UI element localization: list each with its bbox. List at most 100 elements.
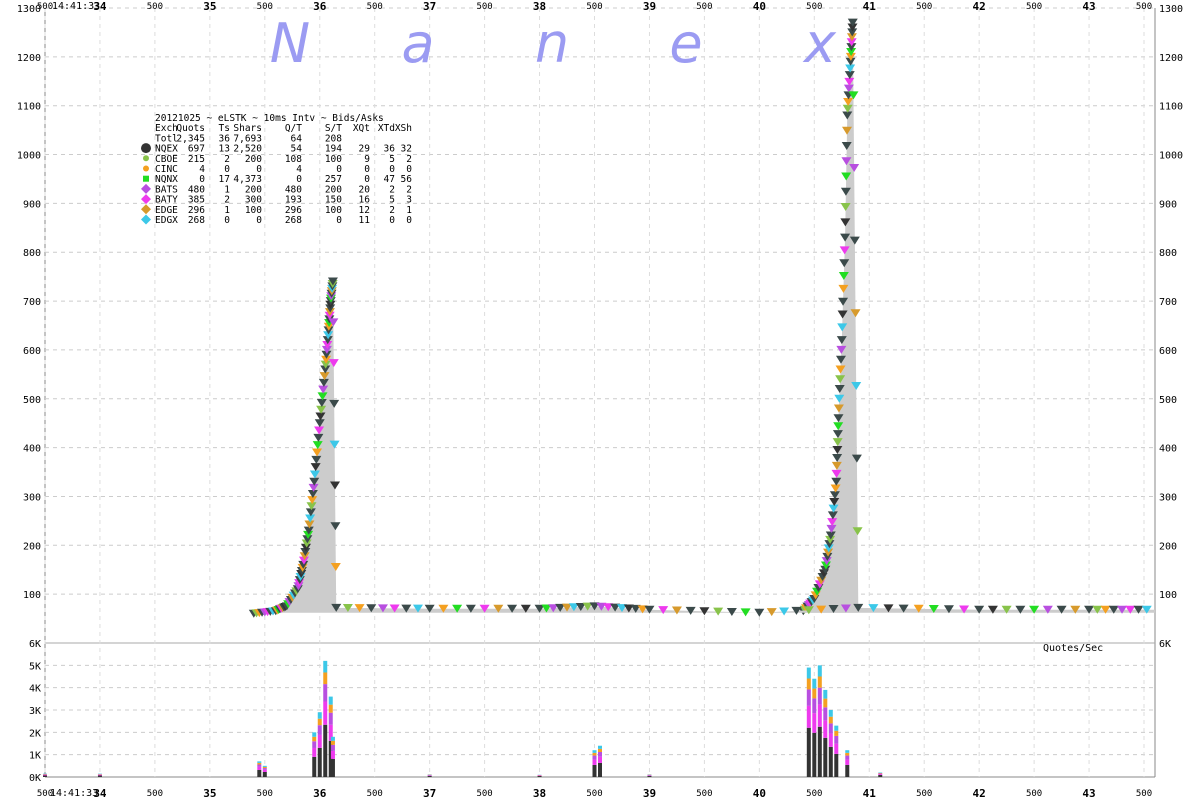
quote-bar-segment xyxy=(323,684,328,702)
x-major-tick-bottom: 43 xyxy=(1082,787,1095,800)
price-tick-left: 100 xyxy=(23,590,41,601)
quote-bar-segment xyxy=(592,759,597,765)
quote-bar-segment xyxy=(823,707,828,721)
price-tick-left: 200 xyxy=(23,541,41,552)
legend-marker-cinc xyxy=(143,165,149,172)
quote-bar-segment xyxy=(823,720,828,738)
quote-bar-segment xyxy=(323,672,328,685)
legend-marker-baty xyxy=(141,194,151,205)
quote-bar-segment xyxy=(823,689,828,699)
quote-bar-segment xyxy=(598,748,602,752)
legend-cell: 11 xyxy=(359,215,371,226)
price-tick-left: 400 xyxy=(23,444,41,455)
quote-bar-segment xyxy=(817,726,822,777)
price-tick-left: 700 xyxy=(23,297,41,308)
quote-bar-segment xyxy=(845,764,850,777)
price-tick-left: 1000 xyxy=(17,151,41,162)
quote-bar-segment xyxy=(537,775,542,777)
quote-tick-left: 5K xyxy=(29,661,41,672)
x-minor-tick-top: 500 xyxy=(696,2,712,12)
quote-bar-segment xyxy=(598,745,602,749)
quote-bar-segment xyxy=(647,775,652,777)
price-tick-left: 500 xyxy=(23,395,41,406)
price-layer xyxy=(248,18,1155,618)
quote-bar-segment xyxy=(43,775,47,777)
price-tick-right: 1000 xyxy=(1159,151,1183,162)
quote-bar-segment xyxy=(262,766,267,769)
quotes-per-sec-label: Quotes/Sec xyxy=(1043,643,1103,654)
x-minor-tick-top: 500 xyxy=(1026,2,1042,12)
x-major-tick-top: 40 xyxy=(753,0,766,13)
quote-bar-segment xyxy=(312,756,317,777)
watermark-letter: e xyxy=(669,12,702,75)
quote-bar-segment xyxy=(427,775,432,776)
x-minor-tick-top: 500 xyxy=(806,2,822,12)
quote-bar-segment xyxy=(823,698,828,708)
quote-bar-segment xyxy=(828,746,833,777)
quote-bar-segment xyxy=(845,755,850,760)
time-label-top: 14:41:33 xyxy=(52,1,100,12)
quote-bar-segment xyxy=(806,727,811,777)
x-minor-tick-top: 500 xyxy=(1136,2,1152,12)
x-major-tick-top: 41 xyxy=(863,0,877,13)
quote-bar-segment xyxy=(262,771,267,777)
x-major-tick-bottom: 40 xyxy=(753,787,766,800)
quote-bar-segment xyxy=(97,774,102,775)
legend-cell: 0 xyxy=(256,215,262,226)
x-minor-tick-top: 500 xyxy=(586,2,602,12)
legend-marker-bats xyxy=(141,183,151,194)
legend-marker-edge xyxy=(141,204,151,215)
quote-bar-segment xyxy=(262,765,267,767)
quote-bar-segment xyxy=(330,758,335,777)
quote-bar-segment xyxy=(330,744,335,751)
x-major-tick-top: 37 xyxy=(423,0,436,13)
quote-tick-right: 6K xyxy=(1159,639,1171,650)
quote-bar-segment xyxy=(592,750,597,753)
quote-bar-segment xyxy=(323,701,328,725)
quote-bar-segment xyxy=(257,762,262,765)
legend-header-cell: XQt xyxy=(353,123,370,134)
quote-bar-segment xyxy=(828,723,833,734)
quote-tick-left: 0K xyxy=(29,773,41,784)
quote-bar-segment xyxy=(812,688,817,699)
x-minor-tick-top: 500 xyxy=(147,2,163,12)
legend-cell: 268 xyxy=(188,215,205,226)
quote-bar-segment xyxy=(312,736,317,742)
quote-bar-segment xyxy=(828,716,833,724)
quote-bar-segment xyxy=(828,710,833,717)
nanex-chart: Nanex 100 100200 200300 300400 400500 500600 6… xyxy=(17,0,1183,800)
x-major-tick-top: 36 xyxy=(313,0,327,13)
legend-cell: 0 xyxy=(406,215,412,226)
legend-marker-cboe xyxy=(143,155,149,162)
x-minor-tick-top: 500 xyxy=(916,2,932,12)
quote-bar-segment xyxy=(878,774,883,775)
quote-bar-segment xyxy=(330,736,335,741)
quote-bar-segment xyxy=(330,750,335,759)
price-tick-right: 600 xyxy=(1159,346,1177,357)
price-tick-right: 500 xyxy=(1159,395,1177,406)
x-minor-tick-bottom: 500 xyxy=(916,789,932,799)
x-major-tick-top: 35 xyxy=(203,0,216,13)
quote-bar-segment xyxy=(812,713,817,733)
x-minor-tick-bottom: 500 xyxy=(367,789,383,799)
price-tick-right: 300 xyxy=(1159,492,1177,503)
quote-bar-segment xyxy=(317,747,322,777)
quote-bar-segment xyxy=(317,734,322,748)
price-tick-left: 900 xyxy=(23,199,41,210)
x-minor-tick-bottom: 500 xyxy=(1136,789,1152,799)
quote-bar-segment xyxy=(312,732,317,737)
quote-bar-segment xyxy=(806,678,811,690)
time-label-bottom: 14:41:33 xyxy=(50,788,98,799)
quote-bar-segment xyxy=(328,712,333,725)
quote-bar-segment xyxy=(262,769,267,772)
x-minor-tick-bottom: 500 xyxy=(1026,789,1042,799)
quote-bar-segment xyxy=(834,735,839,744)
x-major-tick-top: 38 xyxy=(533,0,546,13)
quote-bar-segment xyxy=(878,774,883,777)
legend-header-cell: XSh xyxy=(395,123,412,134)
quote-bar-segment xyxy=(323,724,328,777)
quote-bar-segment xyxy=(257,761,262,763)
quote-bar-segment xyxy=(592,755,597,760)
watermark-letter: N xyxy=(270,12,310,75)
quote-bar-segment xyxy=(817,687,822,705)
